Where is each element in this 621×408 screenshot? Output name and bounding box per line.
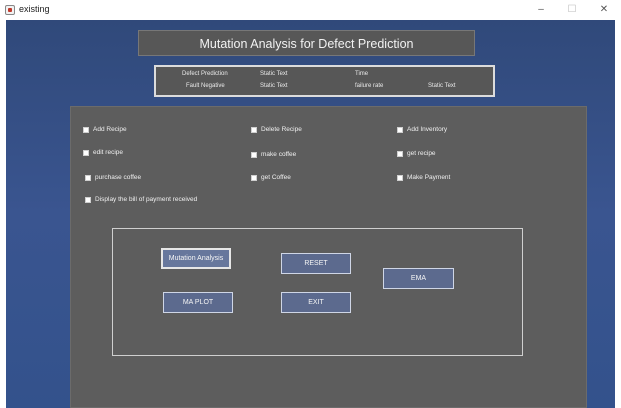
- purchase-coffee-checkbox[interactable]: purchase coffee: [85, 174, 141, 181]
- failure-rate-label: failure rate: [355, 83, 384, 89]
- checkbox-label: Display the bill of payment received: [95, 196, 198, 203]
- checkbox-box[interactable]: [85, 196, 91, 203]
- close-button[interactable]: ✕: [591, 2, 617, 18]
- checkbox-label: edit recipe: [93, 149, 123, 156]
- checkbox-box[interactable]: [251, 151, 257, 158]
- checkbox-box[interactable]: [397, 126, 403, 133]
- app-client-area: Mutation Analysis for Defect Prediction …: [6, 20, 615, 408]
- info-panel: Defect Prediction Static Text Time Fault…: [154, 65, 495, 97]
- reset-button[interactable]: RESET: [281, 253, 351, 274]
- checkbox-box[interactable]: [251, 174, 257, 181]
- page-title: Mutation Analysis for Defect Prediction: [138, 30, 475, 56]
- exit-button[interactable]: EXIT: [281, 292, 351, 313]
- checkbox-label: Make Payment: [407, 174, 451, 181]
- add-recipe-checkbox[interactable]: Add Recipe: [83, 126, 127, 133]
- checkbox-box[interactable]: [83, 126, 89, 133]
- mutation-analysis-button[interactable]: Mutation Analysis: [161, 248, 231, 269]
- checkbox-box[interactable]: [251, 126, 257, 133]
- checkbox-box[interactable]: [85, 174, 91, 181]
- maximize-button[interactable]: ☐: [559, 2, 585, 18]
- ma-plot-button[interactable]: MA PLOT: [163, 292, 233, 313]
- checkbox-box[interactable]: [83, 149, 89, 156]
- checkbox-box[interactable]: [397, 150, 403, 157]
- get-coffee-checkbox[interactable]: get Coffee: [251, 174, 291, 181]
- checkbox-label: get Coffee: [261, 174, 291, 181]
- checkbox-label: Add Inventory: [407, 126, 448, 133]
- defect-prediction-value: Static Text: [260, 71, 288, 77]
- app-icon: [5, 5, 15, 15]
- checkbox-label: Delete Recipe: [261, 126, 302, 133]
- get-recipe-checkbox[interactable]: get recipe: [397, 150, 436, 157]
- checkbox-label: get recipe: [407, 150, 436, 157]
- delete-recipe-checkbox[interactable]: Delete Recipe: [251, 126, 302, 133]
- ema-button[interactable]: EMA: [383, 268, 454, 289]
- minimize-button[interactable]: –: [528, 2, 554, 18]
- actions-panel: Mutation Analysis RESET EMA MA PLOT EXIT: [112, 228, 523, 356]
- add-inventory-checkbox[interactable]: Add Inventory: [397, 126, 447, 133]
- fault-negative-value: Static Text: [260, 83, 288, 89]
- display-bill-checkbox[interactable]: Display the bill of payment received: [85, 196, 197, 203]
- edit-recipe-checkbox[interactable]: edit recipe: [83, 149, 123, 156]
- checkbox-label: Add Recipe: [93, 126, 127, 133]
- main-panel: Add Recipe Delete Recipe Add Inventory e…: [70, 106, 587, 408]
- window-title: existing: [19, 4, 50, 14]
- checkbox-label: make coffee: [261, 151, 297, 158]
- time-label: Time: [355, 71, 369, 77]
- fault-negative-label: Fault Negative: [186, 83, 225, 89]
- make-coffee-checkbox[interactable]: make coffee: [251, 151, 296, 158]
- failure-rate-value: Static Text: [428, 83, 456, 89]
- defect-prediction-label: Defect Prediction: [182, 71, 228, 77]
- make-payment-checkbox[interactable]: Make Payment: [397, 174, 450, 181]
- title-bar: existing – ☐ ✕: [0, 0, 621, 20]
- checkbox-box[interactable]: [397, 174, 403, 181]
- checkbox-label: purchase coffee: [95, 174, 142, 181]
